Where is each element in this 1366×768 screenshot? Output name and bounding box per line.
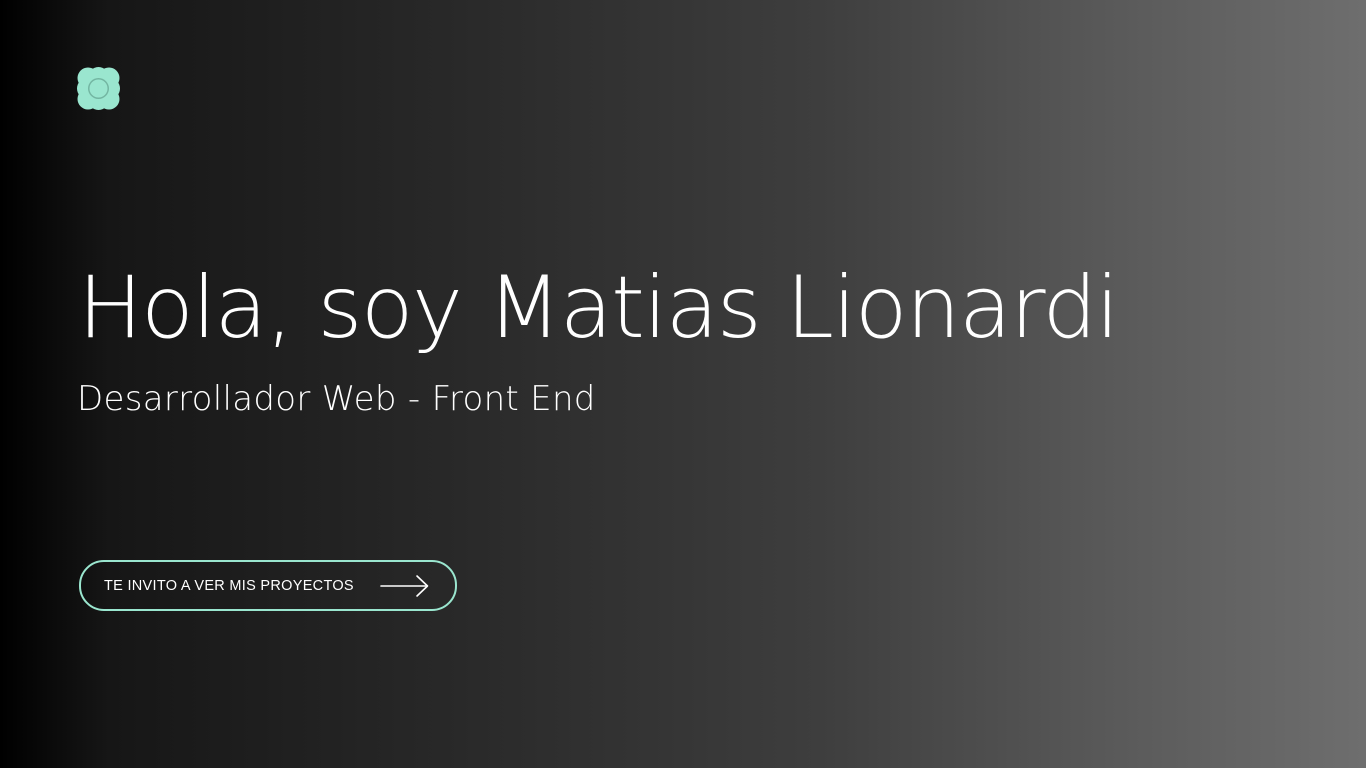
hero-title: Hola, soy Matias Lionardi <box>78 258 1120 358</box>
view-projects-label: TE INVITO A VER MIS PROYECTOS <box>104 577 354 594</box>
arrow-right-icon <box>380 573 430 599</box>
hero-subtitle: Desarrollador Web - Front End <box>77 379 596 419</box>
view-projects-button[interactable]: TE INVITO A VER MIS PROYECTOS <box>79 560 457 611</box>
hero-section: Hola, soy Matias Lionardi Desarrollador … <box>0 0 1366 768</box>
flower-logo-icon[interactable] <box>77 67 120 110</box>
